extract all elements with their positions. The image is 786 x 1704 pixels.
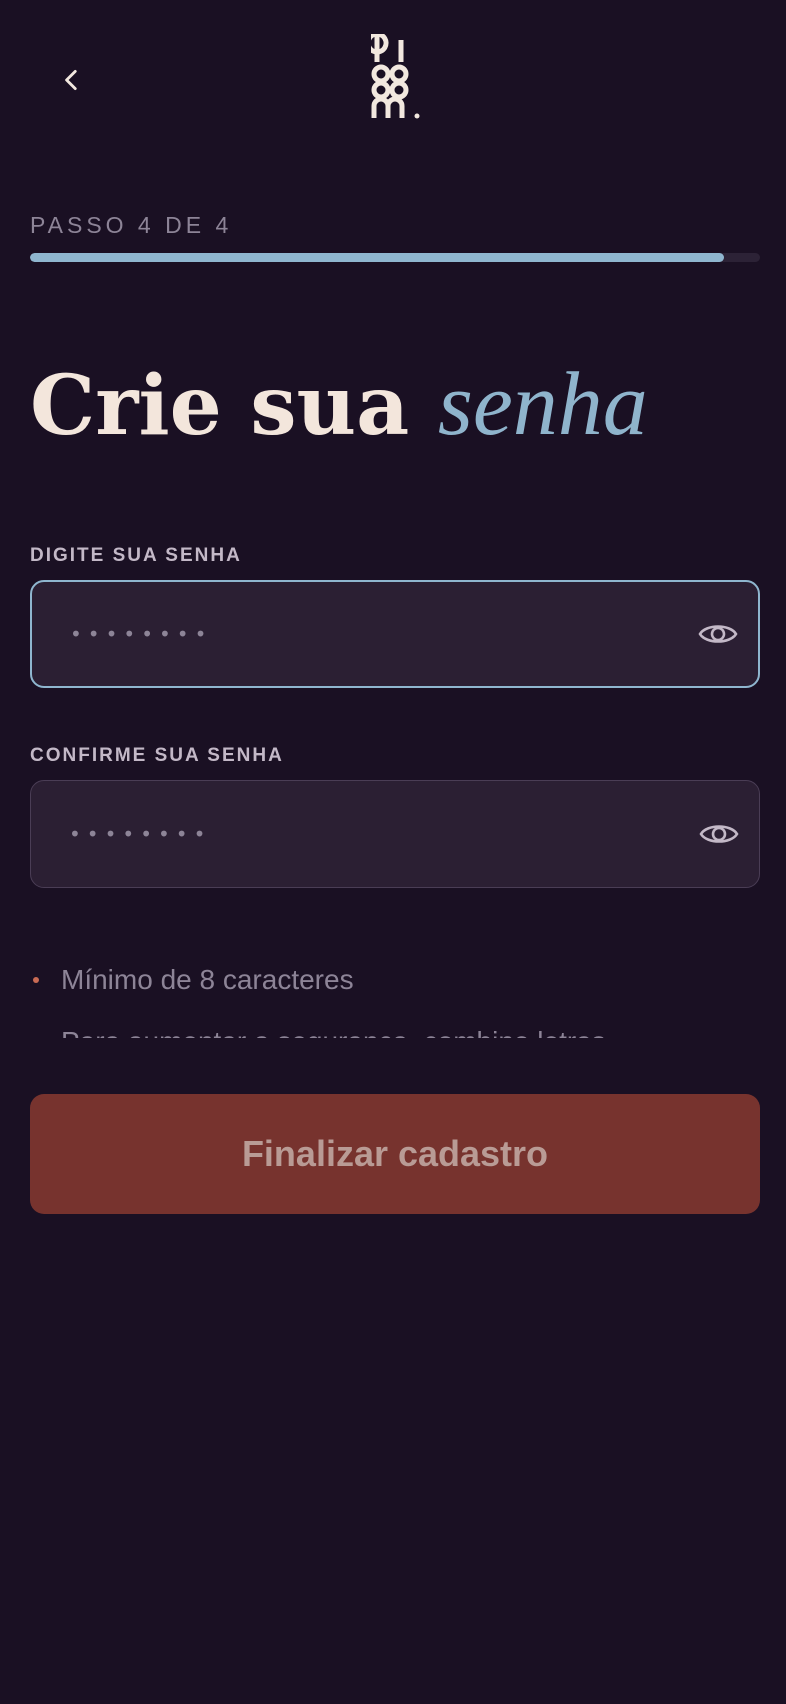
- rule-item: Para aumentar a segurança, combine letra…: [30, 1020, 760, 1038]
- submit-button[interactable]: Finalizar cadastro: [30, 1094, 760, 1214]
- confirm-visibility-toggle[interactable]: [679, 781, 759, 887]
- password-visibility-toggle[interactable]: [678, 582, 758, 686]
- chevron-left-icon: [65, 69, 77, 91]
- bullet-icon: [33, 977, 39, 983]
- confirm-label: CONFIRME SUA SENHA: [30, 745, 284, 766]
- back-button[interactable]: [50, 58, 94, 102]
- password-rules: Mínimo de 8 caracteres Para aumentar a s…: [30, 958, 760, 1038]
- eye-icon: [699, 825, 739, 843]
- rule-text: Mínimo de 8 caracteres: [61, 964, 354, 995]
- title-accent: senha: [437, 355, 648, 454]
- title-main: Crie sua: [30, 358, 410, 454]
- password-label: DIGITE SUA SENHA: [30, 545, 242, 566]
- password-field[interactable]: [30, 580, 760, 688]
- progress-fill: [30, 253, 724, 262]
- eye-icon: [698, 625, 738, 643]
- bloom-logo: [371, 34, 420, 119]
- confirm-input[interactable]: [31, 781, 679, 887]
- step-label: PASSO 4 DE 4: [30, 212, 233, 238]
- page-title: Crie sua senha: [30, 360, 648, 450]
- rule-item: Mínimo de 8 caracteres: [30, 958, 760, 1002]
- progress-bar: [30, 253, 760, 262]
- rule-text: Para aumentar a segurança, combine letra…: [61, 1026, 606, 1038]
- app-header: [0, 0, 786, 160]
- password-input[interactable]: [32, 582, 678, 686]
- confirm-field[interactable]: [30, 780, 760, 888]
